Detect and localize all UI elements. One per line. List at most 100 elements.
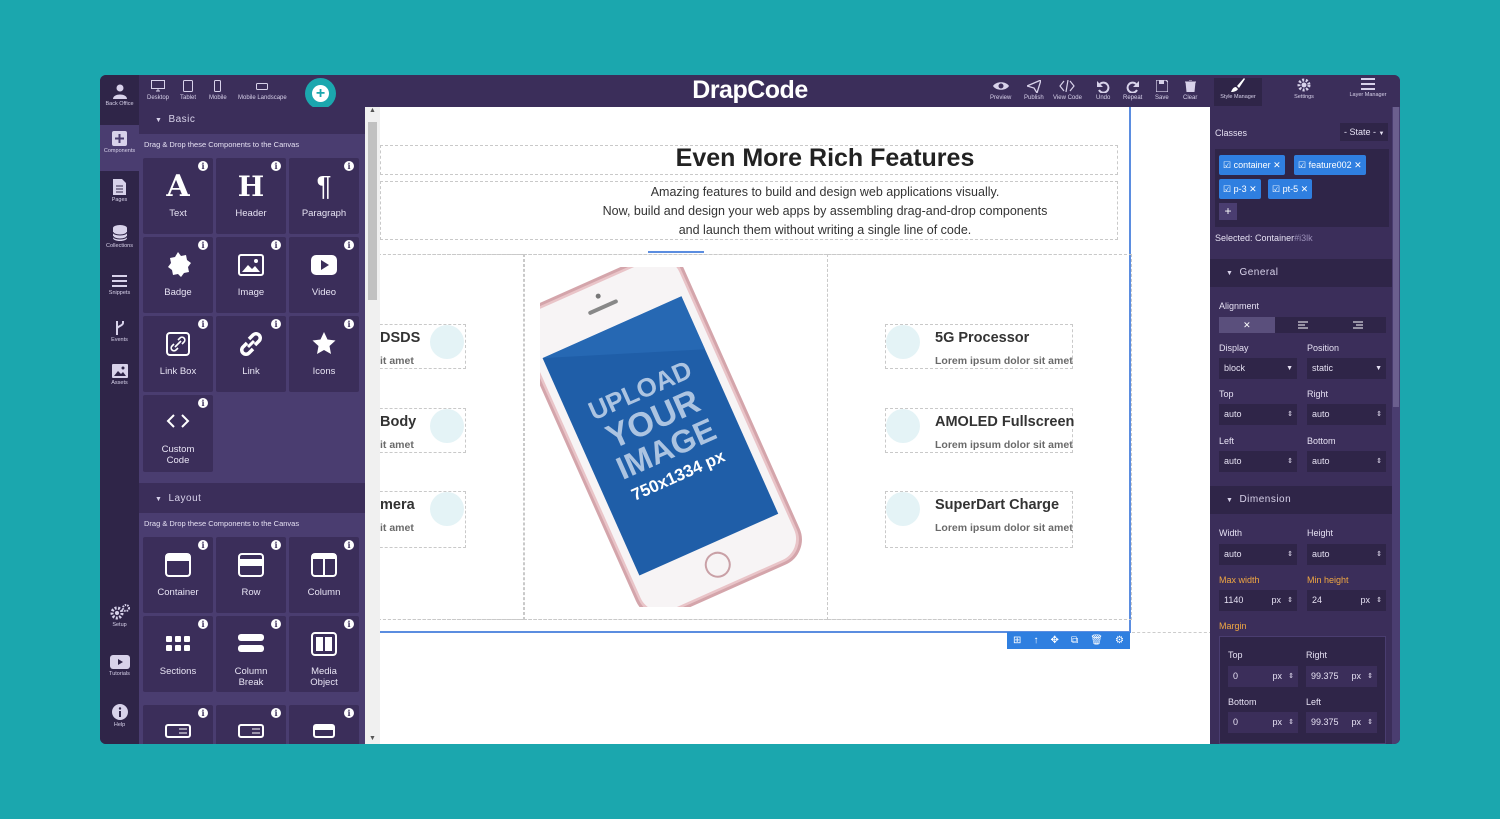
add-class-button[interactable]: +	[1219, 203, 1237, 220]
device-desktop-button[interactable]: Desktop	[147, 78, 169, 101]
general-section-header[interactable]: ▼ General	[1210, 259, 1392, 287]
class-tag[interactable]: ☑ container ✕	[1219, 155, 1285, 175]
feature-title[interactable]: Body	[380, 414, 416, 430]
scroll-up-arrow-icon[interactable]: ▲	[369, 107, 376, 114]
stepper-icon[interactable]: ⇕	[1288, 666, 1294, 687]
layout-section-header[interactable]: ▼ Layout	[139, 487, 365, 511]
rail-pages[interactable]: Pages	[100, 179, 139, 203]
left-input[interactable]: auto ⇕	[1219, 451, 1297, 472]
add-button[interactable]: +	[305, 78, 336, 109]
rail-events[interactable]: Events	[100, 321, 139, 343]
class-tag[interactable]: ☑ feature002 ✕	[1294, 155, 1366, 175]
settings-icon[interactable]: ⚙	[1115, 635, 1124, 646]
device-tablet-button[interactable]: Tablet	[180, 78, 196, 101]
unit-select[interactable]: px	[1272, 666, 1282, 687]
phone-mockup-image[interactable]: UPLOAD YOUR IMAGE 750x1334 px	[540, 267, 810, 607]
component-row[interactable]: i Row	[216, 537, 286, 613]
feature-desc[interactable]: Lorem ipsum dolor sit amet	[935, 355, 1073, 367]
editor-canvas[interactable]: Even More Rich Features Amazing features…	[380, 107, 1210, 744]
style-panel-scrollbar[interactable]	[1392, 107, 1400, 744]
rail-back-office[interactable]: Back Office	[100, 83, 139, 107]
position-select[interactable]: static ▼	[1307, 358, 1386, 379]
preview-button[interactable]: Preview	[990, 78, 1011, 101]
stepper-icon[interactable]: ⇕	[1288, 712, 1294, 733]
stepper-icon[interactable]: ⇕	[1367, 712, 1373, 733]
component-column-break[interactable]: i Column Break	[216, 616, 286, 692]
rail-components[interactable]: Components	[100, 125, 139, 171]
checkbox-icon[interactable]: ☑	[1223, 184, 1231, 194]
height-input[interactable]: auto ⇕	[1307, 544, 1386, 565]
component-header[interactable]: i H Header	[216, 158, 286, 234]
feature-title[interactable]: 5G Processor	[935, 330, 1029, 346]
device-mobile-button[interactable]: Mobile	[209, 78, 227, 101]
class-tag[interactable]: ☑ p-3 ✕	[1219, 179, 1261, 199]
unit-select[interactable]: px	[1351, 666, 1361, 687]
align-none-button[interactable]: ✕	[1219, 317, 1275, 333]
save-button[interactable]: Save	[1155, 78, 1169, 101]
checkbox-icon[interactable]: ☑	[1298, 160, 1306, 170]
feature-desc[interactable]: it amet	[380, 522, 414, 534]
panel-scrollbar[interactable]: ▲ ▼	[365, 107, 380, 744]
rail-assets[interactable]: Assets	[100, 364, 139, 386]
stepper-icon[interactable]: ⇕	[1376, 544, 1382, 565]
component-icons[interactable]: i Icons	[289, 316, 359, 392]
section-subtitle[interactable]: Amazing features to build and design web…	[530, 183, 1120, 240]
component-container[interactable]: i Container	[143, 537, 213, 613]
component-more-1[interactable]: i	[143, 705, 213, 744]
undo-button[interactable]: Undo	[1096, 78, 1110, 101]
right-input[interactable]: auto ⇕	[1307, 404, 1386, 425]
component-video[interactable]: i Video	[289, 237, 359, 313]
min-height-input[interactable]: 24 px ⇕	[1307, 590, 1386, 611]
component-more-2[interactable]: i	[216, 705, 286, 744]
tab-layer-manager[interactable]: Layer Manager	[1346, 78, 1390, 98]
checkbox-icon[interactable]: ☑	[1223, 160, 1231, 170]
select-parent-icon[interactable]: ⊞	[1013, 635, 1021, 646]
margin-bottom-input[interactable]: 0 px ⇕	[1228, 712, 1298, 733]
clone-icon[interactable]: ⧉	[1071, 635, 1078, 646]
margin-top-input[interactable]: 0 px ⇕	[1228, 666, 1298, 687]
component-column[interactable]: i Column	[289, 537, 359, 613]
top-input[interactable]: auto ⇕	[1219, 404, 1297, 425]
scrollbar-thumb[interactable]	[1393, 107, 1399, 407]
tab-settings[interactable]: Settings	[1290, 78, 1318, 100]
display-select[interactable]: block ▼	[1219, 358, 1297, 379]
feature-title[interactable]: DSDS	[380, 330, 420, 346]
max-width-input[interactable]: 1140 px ⇕	[1219, 590, 1297, 611]
remove-icon[interactable]: ✕	[1273, 160, 1281, 170]
dimension-section-header[interactable]: ▼ Dimension	[1210, 486, 1392, 514]
remove-icon[interactable]: ✕	[1249, 184, 1257, 194]
unit-select[interactable]: px	[1272, 712, 1282, 733]
publish-button[interactable]: Publish	[1024, 78, 1044, 101]
stepper-icon[interactable]: ⇕	[1376, 590, 1382, 611]
margin-left-input[interactable]: 99.375 px ⇕	[1306, 712, 1377, 733]
bottom-input[interactable]: auto ⇕	[1307, 451, 1386, 472]
rail-collections[interactable]: Collections	[100, 225, 139, 249]
component-more-3[interactable]: i	[289, 705, 359, 744]
unit-select[interactable]: px	[1360, 590, 1370, 611]
checkbox-icon[interactable]: ☑	[1272, 184, 1280, 194]
feature-desc[interactable]: Lorem ipsum dolor sit amet	[935, 522, 1073, 534]
rail-setup[interactable]: Setup	[100, 604, 139, 628]
stepper-icon[interactable]: ⇕	[1376, 451, 1382, 472]
feature-desc[interactable]: it amet	[380, 355, 414, 367]
remove-icon[interactable]: ✕	[1354, 160, 1362, 170]
unit-select[interactable]: px	[1271, 590, 1281, 611]
component-text[interactable]: i A Text	[143, 158, 213, 234]
stepper-icon[interactable]: ⇕	[1376, 404, 1382, 425]
view-code-button[interactable]: View Code	[1053, 78, 1082, 101]
state-select[interactable]: - State - ▼	[1340, 123, 1388, 141]
align-left-button[interactable]	[1275, 317, 1331, 333]
component-media-object[interactable]: i Media Object	[289, 616, 359, 692]
component-badge[interactable]: i Badge	[143, 237, 213, 313]
stepper-icon[interactable]: ⇕	[1287, 590, 1293, 611]
stepper-icon[interactable]: ⇕	[1287, 451, 1293, 472]
tab-style-manager[interactable]: Style Manager	[1214, 78, 1262, 106]
margin-right-input[interactable]: 99.375 px ⇕	[1306, 666, 1377, 687]
stepper-icon[interactable]: ⇕	[1367, 666, 1373, 687]
arrow-up-icon[interactable]: ↑	[1033, 635, 1038, 646]
move-icon[interactable]: ✥	[1051, 635, 1059, 646]
section-title[interactable]: Even More Rich Features	[530, 144, 1120, 173]
stepper-icon[interactable]: ⇕	[1287, 404, 1293, 425]
component-link-box[interactable]: i Link Box	[143, 316, 213, 392]
repeat-button[interactable]: Repeat	[1123, 78, 1142, 101]
